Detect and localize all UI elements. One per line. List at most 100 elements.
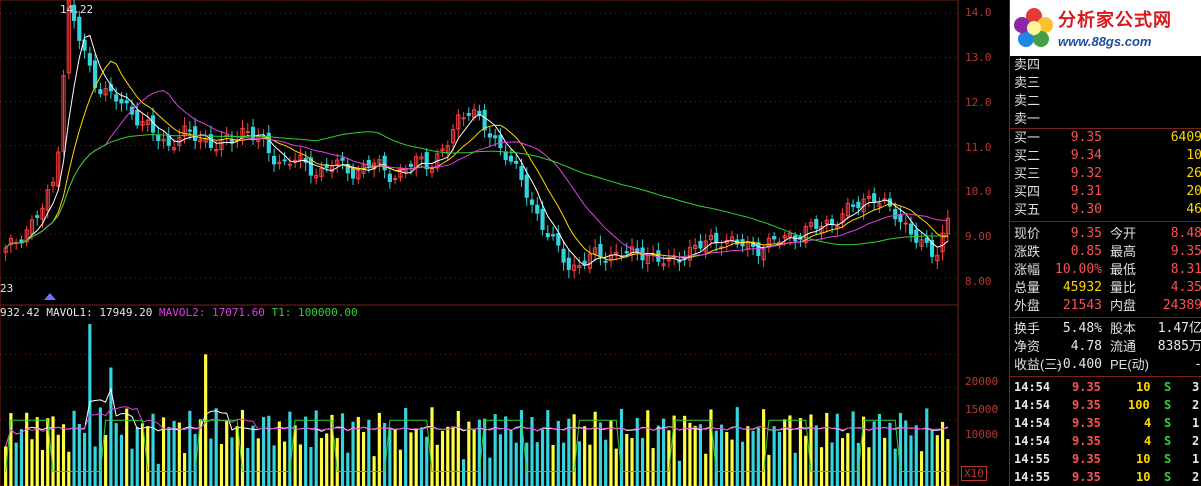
volume-bar xyxy=(430,407,434,486)
stats-label: 股本 xyxy=(1110,321,1137,336)
quote-panel: 分析家公式网 www.88gs.com 卖四 卖三 卖二 卖一 买一 9.35 64… xyxy=(1009,0,1201,486)
volume-bar xyxy=(835,413,839,486)
ask-label: 卖三 xyxy=(1014,75,1041,90)
volume-bar xyxy=(514,442,518,486)
tick-row: 14:55 9.35 10 S 1 xyxy=(1014,450,1201,468)
candle xyxy=(772,236,777,240)
max-price-label: 14.22 xyxy=(60,3,93,16)
volume-bar xyxy=(830,442,834,486)
volume-bar xyxy=(267,415,271,486)
volume-bar xyxy=(104,435,108,486)
logo-url: www.88gs.com xyxy=(1058,34,1152,49)
volume-bar xyxy=(704,453,708,486)
volume-bar xyxy=(619,408,624,486)
volume-bar xyxy=(572,414,576,486)
stats-value: 4.78 xyxy=(1070,339,1102,354)
volume-bar xyxy=(488,457,492,486)
candle xyxy=(482,109,487,131)
candle xyxy=(340,157,345,161)
candle xyxy=(872,193,877,203)
bid-label: 买四 xyxy=(1014,184,1041,199)
quote-value: 45932 xyxy=(1062,280,1102,295)
volume-bar xyxy=(725,432,729,486)
candle xyxy=(266,132,271,154)
quote-row: 总量 45932 量比 4.35 xyxy=(1014,279,1201,297)
tick-price: 9.35 xyxy=(1072,416,1101,430)
volume-bar xyxy=(840,438,845,486)
ma-line-ma60 xyxy=(5,131,948,249)
bid-row: 买一 9.35 6409 xyxy=(1014,129,1201,147)
volume-bar xyxy=(288,411,292,486)
volume-bar xyxy=(309,446,313,486)
bid-row: 买二 9.34 10 xyxy=(1014,147,1201,165)
ask-label: 卖二 xyxy=(1014,93,1041,108)
candle xyxy=(856,201,861,209)
tick-count: 2 xyxy=(1192,398,1200,412)
volume-bar xyxy=(225,421,229,486)
stock-chart[interactable]: 14.22 23 932.42 MAVOL1: 17949.20 MAVOL2: 1… xyxy=(0,0,961,486)
volume-header-item: 932.42 xyxy=(0,306,40,319)
volume-bar xyxy=(393,428,397,486)
quote-value: 0.85 xyxy=(1070,244,1102,259)
volume-bar xyxy=(583,426,587,486)
volume-bar xyxy=(272,445,276,486)
candle xyxy=(561,248,566,263)
tick-time: 14:55 xyxy=(1014,470,1051,484)
volume-bar xyxy=(83,432,87,486)
volume-bar xyxy=(688,422,692,486)
volume-tick: 15000 xyxy=(965,403,999,416)
volume-bar xyxy=(677,460,681,486)
candle xyxy=(529,199,535,205)
volume-bar xyxy=(898,412,903,486)
stats-row: 换手 5.48% 股本 1.47亿 xyxy=(1014,320,1201,338)
ask-row: 卖一 xyxy=(1014,110,1201,128)
volume-bar xyxy=(540,429,545,486)
volume-bar xyxy=(356,416,360,486)
candle xyxy=(503,151,508,161)
volume-bar xyxy=(846,433,850,486)
volume-bar xyxy=(4,446,8,486)
candle xyxy=(487,133,492,138)
volume-bar xyxy=(535,442,539,486)
quote-label: 总量 xyxy=(1014,280,1041,295)
volume-bar xyxy=(435,444,439,486)
volume-bar xyxy=(56,434,60,486)
candle xyxy=(466,113,471,116)
volume-bar xyxy=(935,435,939,486)
tick-count: 1 xyxy=(1192,452,1200,466)
volume-bar xyxy=(425,436,429,486)
volume-bar xyxy=(325,433,329,486)
tick-row: 14:54 9.35 10 S 3 xyxy=(1014,378,1201,396)
scale-tag[interactable]: X10 xyxy=(961,466,987,481)
volume-bar xyxy=(851,411,855,486)
volume-bar xyxy=(588,444,592,486)
candle xyxy=(119,99,124,104)
tick-volume: 10 xyxy=(1136,470,1151,484)
volume-bar xyxy=(298,444,302,486)
candle xyxy=(135,109,140,126)
bid-label: 买五 xyxy=(1014,202,1041,217)
tick-time: 14:54 xyxy=(1014,398,1051,412)
candle xyxy=(124,100,129,104)
bid-price: 9.34 xyxy=(1070,148,1102,163)
volume-bar xyxy=(467,421,471,486)
volume-bar xyxy=(361,432,366,486)
candle xyxy=(698,240,703,249)
candle xyxy=(382,155,387,171)
volume-bar xyxy=(793,452,797,486)
volume-header-item: T1: 100000.00 xyxy=(265,306,358,319)
flower-icon xyxy=(1014,8,1053,47)
chart-frame xyxy=(0,0,959,486)
volume-bar xyxy=(735,407,739,486)
volume-bar xyxy=(188,410,192,486)
volume-bar xyxy=(246,447,250,486)
volume-bar xyxy=(256,438,260,486)
tick-side: S xyxy=(1164,380,1172,394)
volume-bar xyxy=(98,407,102,486)
volume-bar xyxy=(551,444,555,486)
stats-row: 净资 4.78 流通 8385万 xyxy=(1014,338,1201,356)
tick-volume: 4 xyxy=(1144,416,1152,430)
volume-bar xyxy=(461,459,466,486)
volume-bar xyxy=(156,463,160,486)
volume-bar xyxy=(930,430,934,486)
